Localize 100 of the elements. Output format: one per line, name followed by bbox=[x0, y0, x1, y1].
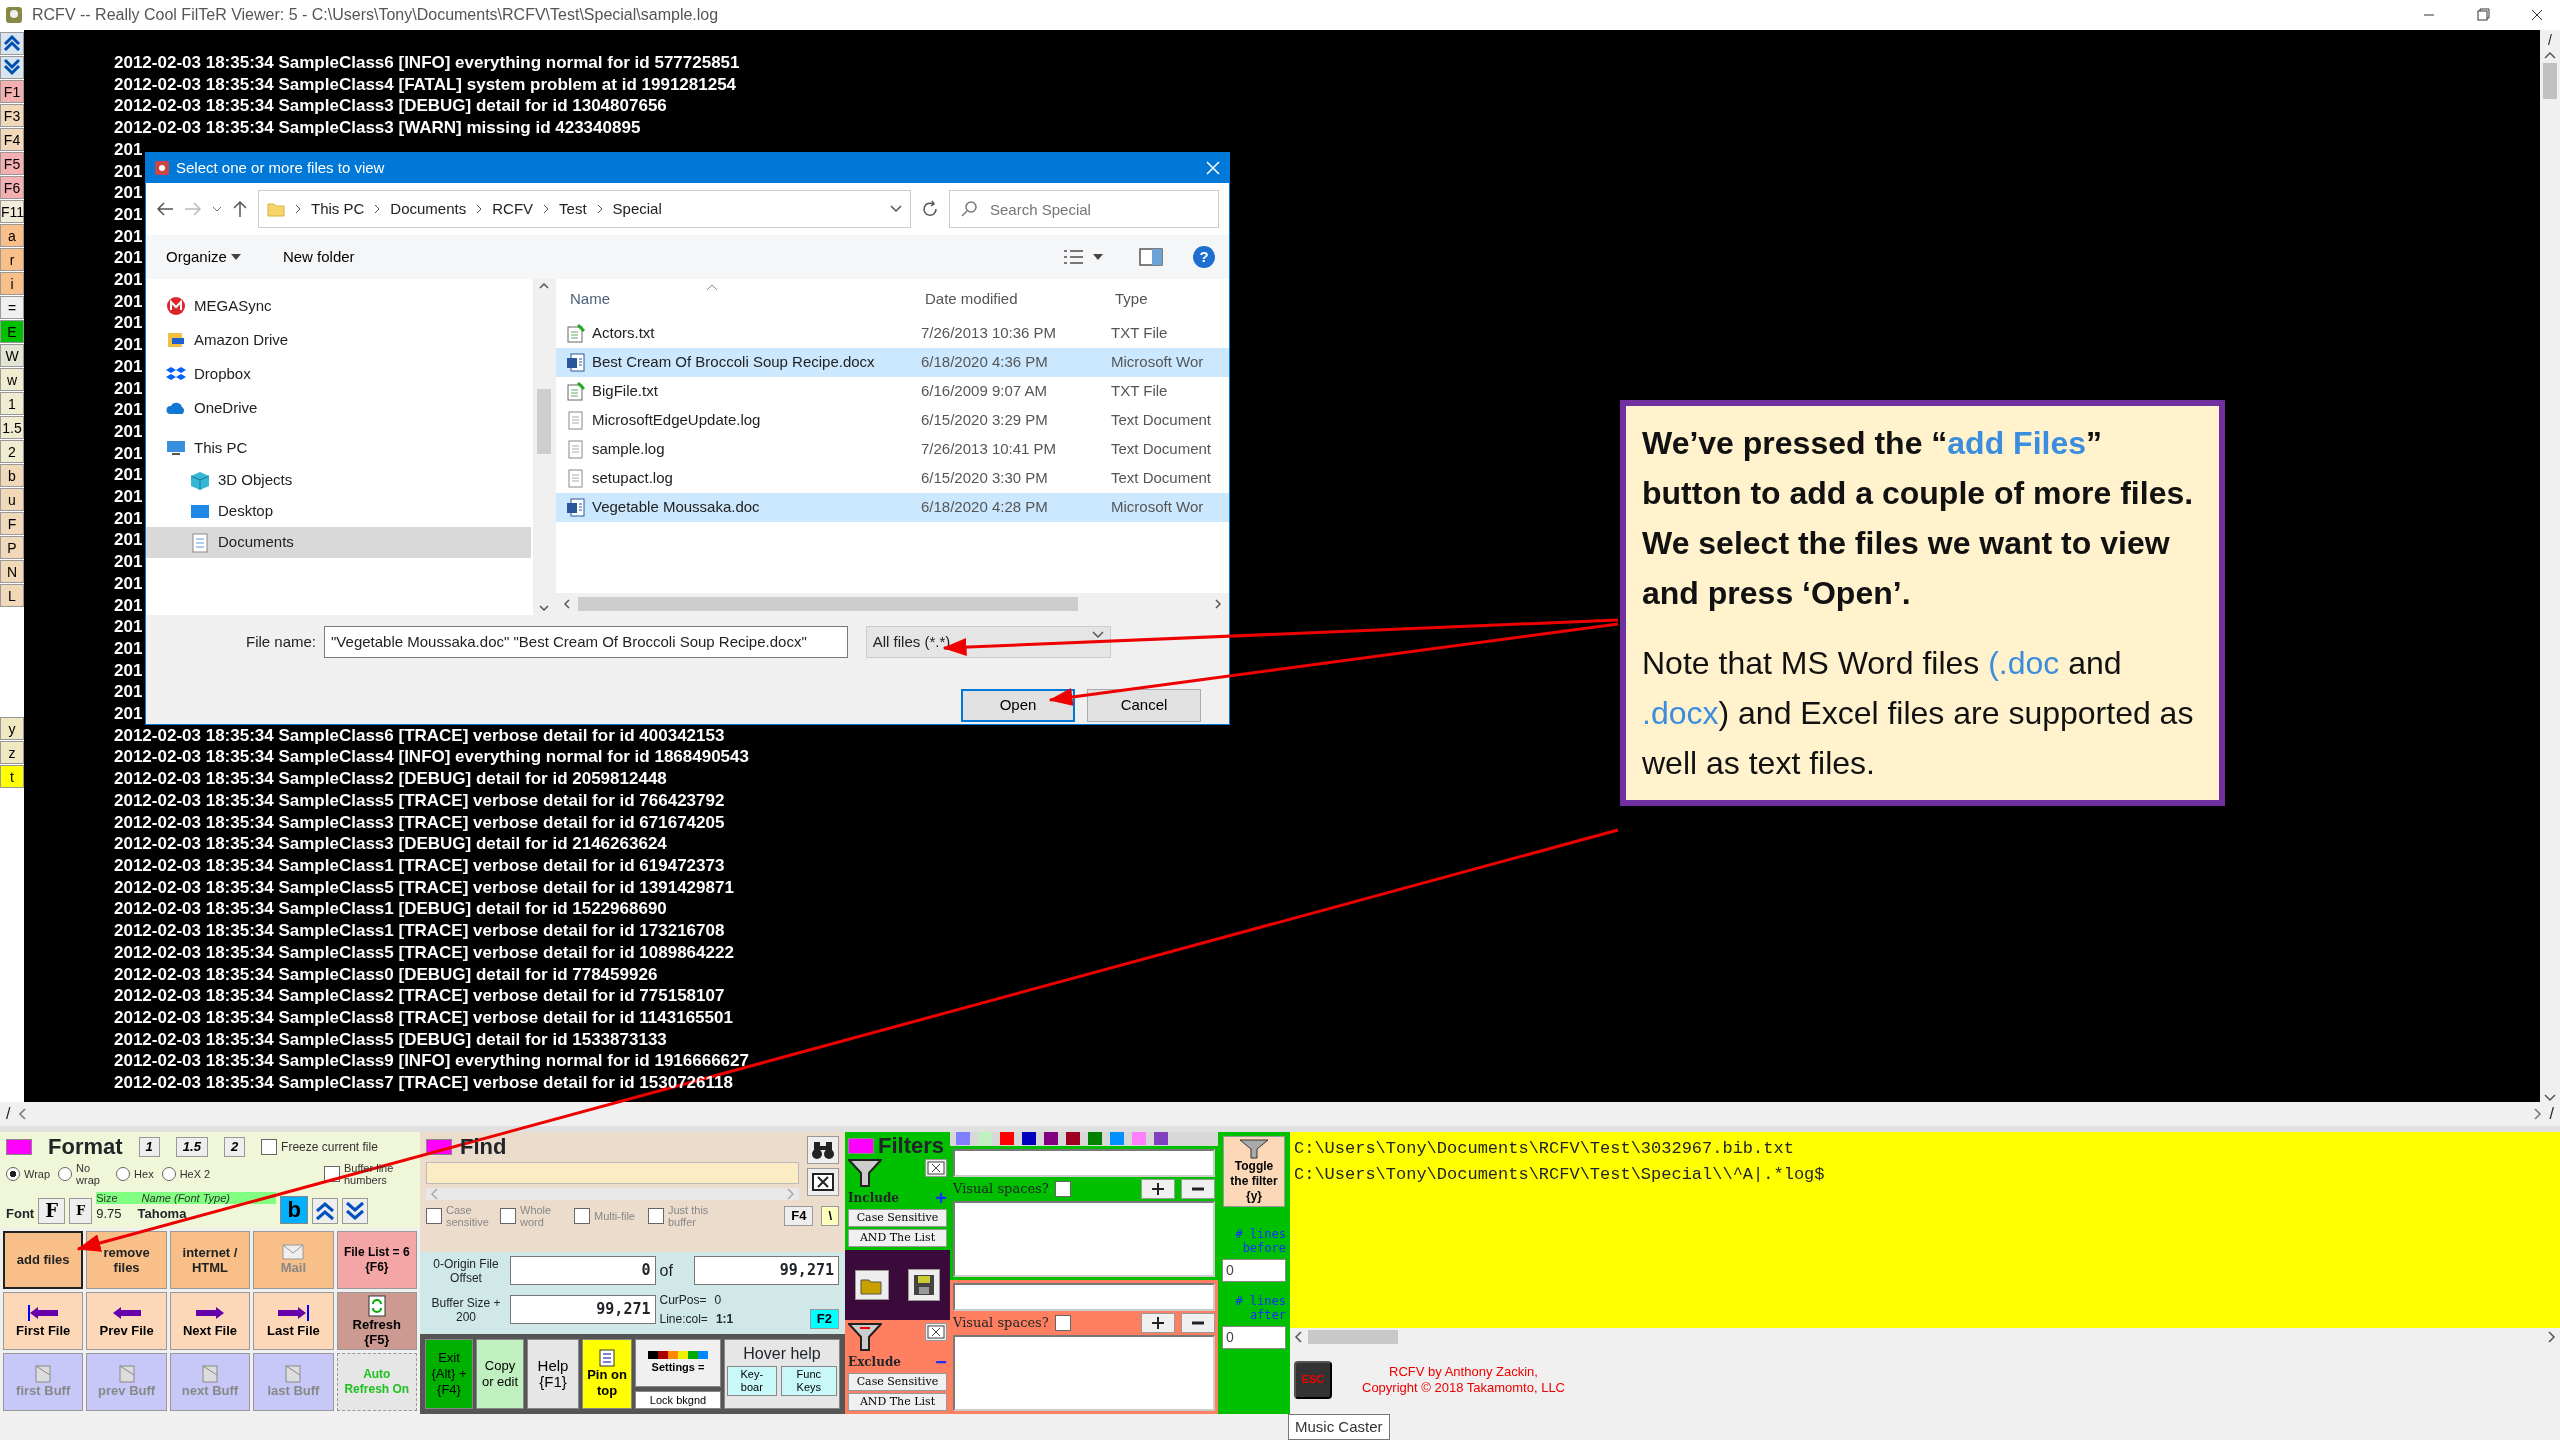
clear-button[interactable] bbox=[807, 1167, 839, 1196]
color-swatch[interactable] bbox=[1088, 1131, 1102, 1145]
clear-button[interactable] bbox=[925, 1158, 947, 1177]
file-button[interactable]: Prev File bbox=[86, 1291, 167, 1350]
toolbar-key[interactable]: r bbox=[0, 248, 24, 271]
color-swatch[interactable] bbox=[1066, 1131, 1080, 1145]
color-swatch[interactable] bbox=[6, 1138, 32, 1155]
color-swatch[interactable] bbox=[848, 1137, 874, 1154]
toolbar-key[interactable]: b bbox=[0, 464, 24, 487]
column-header[interactable]: Type bbox=[1115, 289, 1148, 307]
clear-button[interactable] bbox=[925, 1322, 947, 1341]
action-button[interactable]: Exit {Alt} + {F4} bbox=[425, 1338, 473, 1409]
preview-pane-icon[interactable] bbox=[1139, 248, 1163, 266]
file-row[interactable]: MicrosoftEdgeUpdate.log 6/15/2020 3:29 PM Text Document bbox=[556, 406, 1229, 435]
nav-item[interactable]: MEGASync bbox=[146, 289, 531, 323]
checkbox[interactable] bbox=[426, 1207, 442, 1224]
search-field[interactable] bbox=[426, 1161, 799, 1184]
color-swatch[interactable] bbox=[1110, 1131, 1124, 1145]
help-button[interactable]: Func Keys bbox=[780, 1365, 837, 1396]
toolbar-key[interactable]: i bbox=[0, 272, 24, 295]
column-header[interactable]: Name bbox=[570, 287, 610, 311]
checkbox[interactable] bbox=[648, 1207, 664, 1224]
file-row[interactable]: BigFile.txt 6/16/2009 9:07 AM TXT File bbox=[556, 377, 1229, 406]
checkbox[interactable] bbox=[1054, 1180, 1071, 1197]
toolbar-key[interactable]: W bbox=[0, 344, 24, 367]
chevron-down-icon[interactable] bbox=[212, 205, 222, 213]
up-arrow-icon[interactable] bbox=[232, 200, 248, 218]
scroll-bottom-button[interactable] bbox=[0, 56, 24, 79]
and-list-button[interactable]: AND The List bbox=[848, 1392, 947, 1411]
file-button[interactable]: File List = 6 {F6} bbox=[336, 1230, 417, 1289]
save-filter-button[interactable] bbox=[908, 1268, 941, 1301]
add-button[interactable] bbox=[1141, 1178, 1175, 1199]
help-button[interactable]: Key-boar bbox=[727, 1365, 777, 1396]
toolbar-key[interactable]: F6 bbox=[0, 176, 24, 199]
toolbar-key[interactable]: y bbox=[0, 717, 24, 740]
breadcrumb-item[interactable]: Documents bbox=[390, 197, 467, 221]
add-button[interactable] bbox=[1141, 1312, 1175, 1333]
color-swatch[interactable] bbox=[1154, 1131, 1168, 1145]
toolbar-key[interactable]: F3 bbox=[0, 104, 24, 127]
filter-list[interactable] bbox=[953, 1200, 1215, 1277]
file-row[interactable]: Vegetable Moussaka.doc 6/18/2020 4:28 PM Microsoft Wor bbox=[556, 493, 1229, 522]
remove-button[interactable] bbox=[1181, 1312, 1215, 1333]
file-button[interactable]: Next File bbox=[169, 1291, 251, 1350]
file-name-field[interactable]: "Vegetable Moussaka.doc" "Best Cream Of Broccoli Soup Recipe.docx" bbox=[324, 625, 848, 659]
file-button[interactable]: Last File bbox=[253, 1291, 334, 1350]
breadcrumb-item[interactable]: RCFV bbox=[492, 197, 534, 221]
color-swatch[interactable] bbox=[956, 1131, 970, 1145]
new-folder-button[interactable]: New folder bbox=[276, 244, 361, 270]
move-up-button[interactable] bbox=[312, 1197, 339, 1224]
lock-button[interactable]: Lock bkgnd bbox=[635, 1390, 721, 1409]
toolbar-key[interactable]: z bbox=[0, 741, 24, 764]
radio-button[interactable] bbox=[6, 1166, 20, 1181]
offset-field[interactable]: 0 bbox=[510, 1256, 656, 1285]
file-button[interactable]: remove files bbox=[86, 1230, 167, 1289]
file-button[interactable]: First File bbox=[3, 1291, 84, 1350]
and-list-button[interactable]: AND The List bbox=[848, 1228, 947, 1247]
color-swatch[interactable] bbox=[1132, 1131, 1146, 1145]
checkbox[interactable] bbox=[261, 1138, 278, 1155]
breadcrumb-item[interactable]: This PC bbox=[311, 197, 365, 221]
font-button[interactable]: F bbox=[38, 1197, 65, 1224]
organize-menu[interactable]: Organize bbox=[160, 244, 247, 270]
radio-button[interactable] bbox=[116, 1166, 131, 1181]
f2-button[interactable]: F2 bbox=[809, 1308, 839, 1329]
color-swatch[interactable] bbox=[1044, 1131, 1058, 1145]
breadcrumb-item[interactable]: Test bbox=[559, 197, 587, 221]
toolbar-key[interactable]: N bbox=[0, 560, 24, 583]
back-arrow-icon[interactable] bbox=[156, 201, 174, 217]
toolbar-key[interactable]: E bbox=[0, 320, 24, 343]
toolbar-key[interactable]: 1 bbox=[0, 392, 24, 415]
chevron-down-icon[interactable] bbox=[890, 205, 902, 213]
filter-list[interactable] bbox=[953, 1334, 1215, 1411]
toolbar-key[interactable]: w bbox=[0, 368, 24, 391]
nav-item[interactable]: Amazon Drive bbox=[146, 323, 531, 357]
action-button[interactable]: Copy or edit bbox=[476, 1338, 524, 1409]
scrollbar-thumb[interactable] bbox=[2543, 63, 2557, 99]
checkbox[interactable] bbox=[574, 1207, 590, 1224]
case-sensitive-button[interactable]: Case Sensitive bbox=[848, 1372, 947, 1391]
toolbar-key[interactable]: 2 bbox=[0, 440, 24, 463]
f4-button[interactable]: F4 bbox=[784, 1205, 814, 1226]
search-field[interactable]: Search Special bbox=[949, 190, 1219, 228]
cancel-button[interactable]: Cancel bbox=[1087, 689, 1201, 722]
bold-button[interactable]: b bbox=[280, 1195, 309, 1224]
line-spacing-button[interactable]: 1 bbox=[138, 1136, 160, 1157]
scroll-top-button[interactable] bbox=[0, 32, 24, 55]
toolbar-key[interactable]: F11 bbox=[0, 200, 24, 223]
filter-input[interactable] bbox=[953, 1148, 1215, 1177]
breadcrumb-item[interactable]: Special bbox=[612, 197, 662, 221]
toolbar-key[interactable]: F1 bbox=[0, 80, 24, 103]
nav-item[interactable]: 3D Objects bbox=[146, 465, 531, 496]
nav-item[interactable]: Documents bbox=[146, 527, 531, 558]
filter-input[interactable] bbox=[953, 1282, 1215, 1311]
toolbar-key[interactable]: 1.5 bbox=[0, 416, 24, 439]
scrollbar-thumb[interactable] bbox=[537, 389, 551, 454]
file-row[interactable]: Best Cream Of Broccoli Soup Recipe.docx 6/18/2020 4:36 PM Microsoft Wor bbox=[556, 348, 1229, 377]
color-swatch[interactable] bbox=[978, 1131, 992, 1145]
nav-item[interactable]: OneDrive bbox=[146, 391, 531, 425]
line-spacing-button[interactable]: 1.5 bbox=[175, 1136, 208, 1157]
scrollbar-thumb[interactable] bbox=[578, 597, 1078, 611]
toolbar-key[interactable]: F bbox=[0, 512, 24, 535]
toolbar-key[interactable]: P bbox=[0, 536, 24, 559]
